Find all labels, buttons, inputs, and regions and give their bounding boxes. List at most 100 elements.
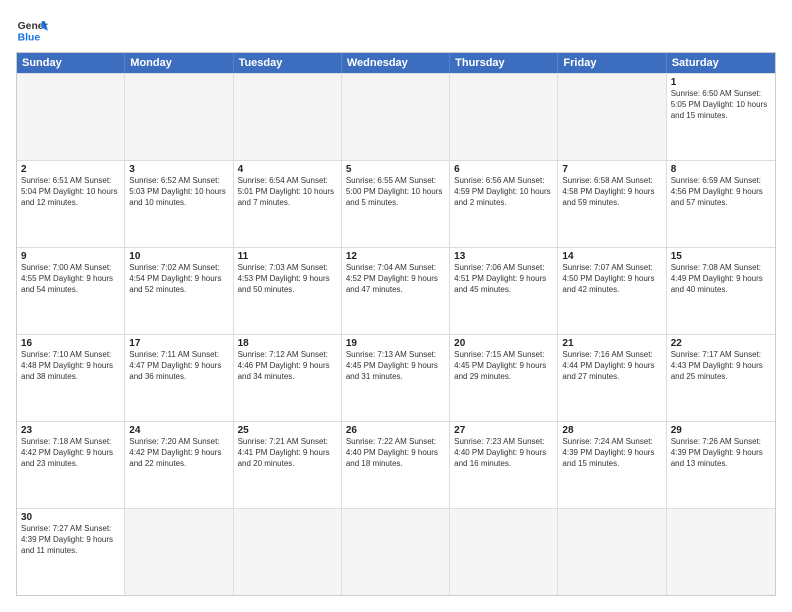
day-info: Sunrise: 7:08 AM Sunset: 4:49 PM Dayligh… [671,263,771,295]
cal-header-thursday: Thursday [450,53,558,73]
cal-cell-day-1: 1Sunrise: 6:50 AM Sunset: 5:05 PM Daylig… [667,74,775,160]
day-number: 30 [21,512,120,523]
cal-cell-empty [125,74,233,160]
day-info: Sunrise: 6:59 AM Sunset: 4:56 PM Dayligh… [671,176,771,208]
cal-cell-day-8: 8Sunrise: 6:59 AM Sunset: 4:56 PM Daylig… [667,161,775,247]
day-number: 26 [346,425,445,436]
day-info: Sunrise: 7:16 AM Sunset: 4:44 PM Dayligh… [562,350,661,382]
cal-week-row-2: 2Sunrise: 6:51 AM Sunset: 5:04 PM Daylig… [17,160,775,247]
cal-cell-day-5: 5Sunrise: 6:55 AM Sunset: 5:00 PM Daylig… [342,161,450,247]
cal-cell-empty [450,509,558,595]
calendar-body: 1Sunrise: 6:50 AM Sunset: 5:05 PM Daylig… [17,73,775,595]
cal-cell-day-26: 26Sunrise: 7:22 AM Sunset: 4:40 PM Dayli… [342,422,450,508]
cal-cell-day-12: 12Sunrise: 7:04 AM Sunset: 4:52 PM Dayli… [342,248,450,334]
cal-header-friday: Friday [558,53,666,73]
day-info: Sunrise: 6:52 AM Sunset: 5:03 PM Dayligh… [129,176,228,208]
cal-cell-day-23: 23Sunrise: 7:18 AM Sunset: 4:42 PM Dayli… [17,422,125,508]
day-info: Sunrise: 6:54 AM Sunset: 5:01 PM Dayligh… [238,176,337,208]
cal-cell-empty [558,74,666,160]
day-info: Sunrise: 7:24 AM Sunset: 4:39 PM Dayligh… [562,437,661,469]
svg-text:Blue: Blue [18,32,41,43]
day-number: 25 [238,425,337,436]
cal-week-row-1: 1Sunrise: 6:50 AM Sunset: 5:05 PM Daylig… [17,73,775,160]
day-info: Sunrise: 7:12 AM Sunset: 4:46 PM Dayligh… [238,350,337,382]
day-number: 4 [238,164,337,175]
day-number: 15 [671,251,771,262]
cal-cell-day-25: 25Sunrise: 7:21 AM Sunset: 4:41 PM Dayli… [234,422,342,508]
day-number: 7 [562,164,661,175]
day-number: 29 [671,425,771,436]
day-number: 24 [129,425,228,436]
day-info: Sunrise: 7:21 AM Sunset: 4:41 PM Dayligh… [238,437,337,469]
cal-cell-day-22: 22Sunrise: 7:17 AM Sunset: 4:43 PM Dayli… [667,335,775,421]
cal-header-wednesday: Wednesday [342,53,450,73]
day-info: Sunrise: 7:10 AM Sunset: 4:48 PM Dayligh… [21,350,120,382]
cal-cell-day-11: 11Sunrise: 7:03 AM Sunset: 4:53 PM Dayli… [234,248,342,334]
day-info: Sunrise: 7:07 AM Sunset: 4:50 PM Dayligh… [562,263,661,295]
header: General Blue [16,16,776,44]
day-info: Sunrise: 7:04 AM Sunset: 4:52 PM Dayligh… [346,263,445,295]
cal-header-sunday: Sunday [17,53,125,73]
day-info: Sunrise: 7:15 AM Sunset: 4:45 PM Dayligh… [454,350,553,382]
day-number: 6 [454,164,553,175]
day-number: 8 [671,164,771,175]
cal-cell-day-16: 16Sunrise: 7:10 AM Sunset: 4:48 PM Dayli… [17,335,125,421]
cal-week-row-6: 30Sunrise: 7:27 AM Sunset: 4:39 PM Dayli… [17,508,775,595]
page: General Blue SundayMondayTuesdayWednesda… [0,0,792,612]
day-number: 28 [562,425,661,436]
day-number: 5 [346,164,445,175]
cal-cell-day-27: 27Sunrise: 7:23 AM Sunset: 4:40 PM Dayli… [450,422,558,508]
day-info: Sunrise: 7:13 AM Sunset: 4:45 PM Dayligh… [346,350,445,382]
cal-cell-day-17: 17Sunrise: 7:11 AM Sunset: 4:47 PM Dayli… [125,335,233,421]
cal-cell-empty [667,509,775,595]
day-info: Sunrise: 7:11 AM Sunset: 4:47 PM Dayligh… [129,350,228,382]
day-number: 1 [671,77,771,88]
calendar: SundayMondayTuesdayWednesdayThursdayFrid… [16,52,776,596]
cal-cell-empty [558,509,666,595]
cal-cell-day-21: 21Sunrise: 7:16 AM Sunset: 4:44 PM Dayli… [558,335,666,421]
day-number: 9 [21,251,120,262]
cal-header-saturday: Saturday [667,53,775,73]
cal-header-monday: Monday [125,53,233,73]
day-number: 13 [454,251,553,262]
cal-cell-day-6: 6Sunrise: 6:56 AM Sunset: 4:59 PM Daylig… [450,161,558,247]
cal-cell-day-24: 24Sunrise: 7:20 AM Sunset: 4:42 PM Dayli… [125,422,233,508]
cal-cell-day-10: 10Sunrise: 7:02 AM Sunset: 4:54 PM Dayli… [125,248,233,334]
day-info: Sunrise: 7:17 AM Sunset: 4:43 PM Dayligh… [671,350,771,382]
cal-cell-day-18: 18Sunrise: 7:12 AM Sunset: 4:46 PM Dayli… [234,335,342,421]
day-number: 19 [346,338,445,349]
cal-cell-day-14: 14Sunrise: 7:07 AM Sunset: 4:50 PM Dayli… [558,248,666,334]
day-number: 14 [562,251,661,262]
day-number: 2 [21,164,120,175]
day-info: Sunrise: 6:58 AM Sunset: 4:58 PM Dayligh… [562,176,661,208]
day-info: Sunrise: 7:06 AM Sunset: 4:51 PM Dayligh… [454,263,553,295]
cal-cell-empty [125,509,233,595]
day-info: Sunrise: 7:18 AM Sunset: 4:42 PM Dayligh… [21,437,120,469]
day-number: 22 [671,338,771,349]
day-number: 20 [454,338,553,349]
cal-header-tuesday: Tuesday [234,53,342,73]
cal-cell-day-28: 28Sunrise: 7:24 AM Sunset: 4:39 PM Dayli… [558,422,666,508]
cal-cell-empty [342,74,450,160]
day-number: 10 [129,251,228,262]
cal-cell-day-29: 29Sunrise: 7:26 AM Sunset: 4:39 PM Dayli… [667,422,775,508]
cal-cell-day-3: 3Sunrise: 6:52 AM Sunset: 5:03 PM Daylig… [125,161,233,247]
day-info: Sunrise: 6:55 AM Sunset: 5:00 PM Dayligh… [346,176,445,208]
cal-cell-day-13: 13Sunrise: 7:06 AM Sunset: 4:51 PM Dayli… [450,248,558,334]
cal-cell-empty [17,74,125,160]
cal-cell-day-19: 19Sunrise: 7:13 AM Sunset: 4:45 PM Dayli… [342,335,450,421]
cal-cell-day-30: 30Sunrise: 7:27 AM Sunset: 4:39 PM Dayli… [17,509,125,595]
day-info: Sunrise: 7:02 AM Sunset: 4:54 PM Dayligh… [129,263,228,295]
day-number: 18 [238,338,337,349]
calendar-header-row: SundayMondayTuesdayWednesdayThursdayFrid… [17,53,775,73]
cal-cell-empty [234,74,342,160]
day-number: 11 [238,251,337,262]
day-info: Sunrise: 7:22 AM Sunset: 4:40 PM Dayligh… [346,437,445,469]
day-info: Sunrise: 6:56 AM Sunset: 4:59 PM Dayligh… [454,176,553,208]
cal-cell-empty [342,509,450,595]
day-info: Sunrise: 7:27 AM Sunset: 4:39 PM Dayligh… [21,524,120,556]
day-number: 16 [21,338,120,349]
cal-week-row-3: 9Sunrise: 7:00 AM Sunset: 4:55 PM Daylig… [17,247,775,334]
day-info: Sunrise: 7:03 AM Sunset: 4:53 PM Dayligh… [238,263,337,295]
cal-cell-day-9: 9Sunrise: 7:00 AM Sunset: 4:55 PM Daylig… [17,248,125,334]
